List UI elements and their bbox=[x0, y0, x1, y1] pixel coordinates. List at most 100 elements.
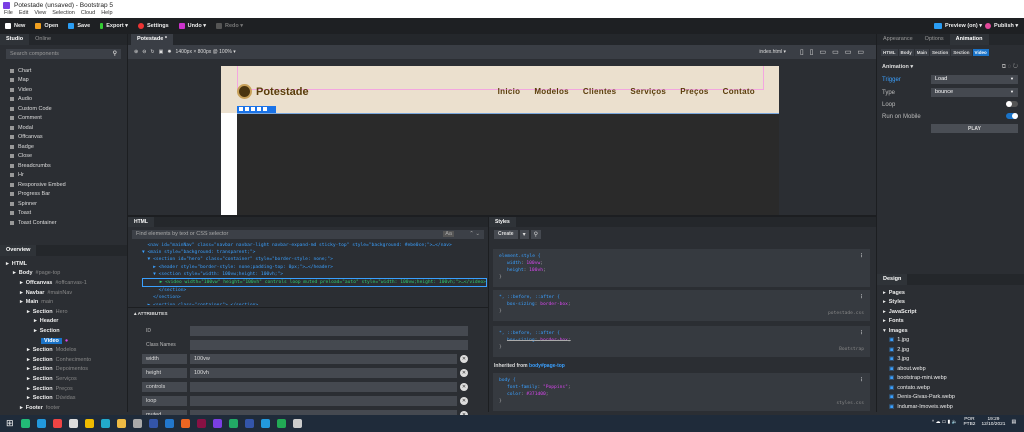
html-line[interactable]: ▼ <section id="hero" class="container" s… bbox=[142, 256, 488, 263]
attribute-value-input[interactable]: 100vw bbox=[190, 354, 457, 364]
tree-node[interactable]: ▸ Navbar #mainNav bbox=[0, 288, 127, 298]
tree-node[interactable]: ▸ Section Hero bbox=[0, 307, 127, 317]
tree-node[interactable]: ▸ Section Conhecimento bbox=[0, 355, 127, 365]
app-icon[interactable] bbox=[180, 419, 190, 428]
expand-icon[interactable]: ▸ bbox=[883, 290, 886, 296]
breadcrumb-item[interactable]: Main bbox=[914, 49, 930, 56]
expand-icon[interactable]: ▸ bbox=[883, 309, 886, 315]
app-icon[interactable] bbox=[52, 419, 62, 428]
tree-node[interactable]: Video ● bbox=[0, 336, 127, 346]
menu-file[interactable]: File bbox=[4, 10, 13, 18]
mobile-toggle[interactable] bbox=[1006, 113, 1018, 119]
device-buttons[interactable]: ▯▯▭▭▭▭ bbox=[800, 48, 870, 56]
tree-node[interactable]: ▸ Section Dúvidas bbox=[0, 393, 127, 403]
canvas-size-dropdown[interactable]: 1400px × 800px @ 100% ▾ bbox=[176, 49, 236, 55]
breadcrumb-item[interactable]: Section bbox=[930, 49, 951, 56]
breadcrumb-item[interactable]: Body bbox=[898, 49, 914, 56]
tree-node[interactable]: ▸ Offcanvas #offcanvas-1 bbox=[0, 278, 127, 288]
html-line[interactable]: </section> bbox=[142, 294, 488, 301]
tab-overview[interactable]: Overview bbox=[0, 245, 37, 256]
html-line[interactable]: ▼ <main style="background: transparent;"… bbox=[142, 249, 488, 256]
site-logo[interactable]: Potestade bbox=[237, 84, 309, 99]
breadcrumb-item[interactable]: HTML bbox=[881, 49, 898, 56]
component-item[interactable]: Badge bbox=[0, 142, 127, 152]
export-button[interactable]: Export ▾ bbox=[100, 23, 128, 29]
tab-online[interactable]: Online bbox=[29, 34, 57, 45]
component-item[interactable]: Comment bbox=[0, 114, 127, 124]
expand-icon[interactable]: ▸ bbox=[34, 328, 37, 334]
save-button[interactable]: Save bbox=[68, 23, 90, 29]
clock[interactable]: 19:29 12/10/2021 bbox=[981, 417, 1005, 427]
more-icon[interactable]: ⋮ bbox=[859, 330, 864, 337]
zoom-out-icon[interactable]: ⊖ bbox=[142, 49, 146, 55]
component-item[interactable]: Hr bbox=[0, 171, 127, 181]
windows-start-icon[interactable]: ⊞ bbox=[6, 418, 14, 429]
image-file[interactable]: ▣ 3.jpg bbox=[883, 355, 1018, 365]
component-item[interactable]: Toast bbox=[0, 209, 127, 219]
tab-animation[interactable]: Animation bbox=[949, 34, 989, 45]
tab-design[interactable]: Design bbox=[877, 274, 908, 285]
duplicate-icon[interactable] bbox=[257, 107, 261, 111]
up-icon[interactable] bbox=[245, 107, 249, 111]
expand-icon[interactable]: ▸ bbox=[20, 280, 23, 286]
css-declaration[interactable]: box-sizing: border-box; bbox=[499, 301, 864, 308]
expand-icon[interactable]: ▸ bbox=[13, 270, 16, 276]
app-icon[interactable] bbox=[228, 419, 238, 428]
tree-node[interactable]: ▸ Section Depoimentos bbox=[0, 365, 127, 375]
move-icon[interactable] bbox=[239, 107, 243, 111]
component-item[interactable]: Spinner bbox=[0, 199, 127, 209]
inherited-selector[interactable]: body#page-top bbox=[529, 363, 565, 369]
expand-icon[interactable]: ▸ bbox=[27, 347, 30, 353]
css-declaration[interactable]: width: 100vw; bbox=[499, 260, 864, 267]
css-rule[interactable]: *, ::before, ::after {box-sizing: border… bbox=[493, 290, 870, 321]
image-file[interactable]: ▣ contato.webp bbox=[883, 383, 1018, 393]
nav-link[interactable]: Serviços bbox=[630, 87, 666, 96]
settings-button[interactable]: Settings bbox=[137, 23, 169, 29]
component-item[interactable]: Breadcrumbs bbox=[0, 161, 127, 171]
attribute-value-input[interactable]: 100vh bbox=[190, 368, 457, 378]
tab-options[interactable]: Options bbox=[919, 34, 950, 45]
component-item[interactable]: Custom Code bbox=[0, 104, 127, 114]
nav-link[interactable]: Clientes bbox=[583, 87, 617, 96]
component-item[interactable]: Map bbox=[0, 76, 127, 86]
css-rule[interactable]: body {font-family: "Poppins"; color: #371… bbox=[493, 373, 870, 411]
breadcrumb-item[interactable]: Video bbox=[972, 49, 989, 56]
app-icon[interactable] bbox=[196, 419, 206, 428]
preview-button[interactable]: Preview (on) ▾ bbox=[934, 23, 982, 29]
whatsapp-icon[interactable] bbox=[20, 419, 30, 428]
element-toolbar[interactable] bbox=[237, 106, 276, 113]
zoom-in-icon[interactable]: ⊕ bbox=[134, 49, 138, 55]
redo-button[interactable]: Redo ▾ bbox=[216, 23, 243, 29]
copy-icon[interactable] bbox=[251, 107, 255, 111]
expand-icon[interactable]: ▸ bbox=[34, 318, 37, 324]
case-toggle[interactable]: Aa bbox=[443, 231, 454, 237]
attribute-name[interactable]: width bbox=[142, 354, 187, 364]
edge-icon[interactable] bbox=[100, 419, 110, 428]
component-item[interactable]: Offcanvas bbox=[0, 133, 127, 143]
tree-node[interactable]: ▸ Section Preços bbox=[0, 384, 127, 394]
gear-icon[interactable]: ✹ bbox=[167, 49, 171, 55]
image-file[interactable]: ▣ Denis-Givas-Park.webp bbox=[883, 393, 1018, 403]
explorer-icon[interactable] bbox=[116, 419, 126, 428]
html-line[interactable]: ▶ <video width="100vw" height="100vh" co… bbox=[142, 278, 487, 288]
css-declaration[interactable]: box-sizing: border-box; bbox=[499, 337, 864, 344]
expand-icon[interactable]: ▸ bbox=[27, 395, 30, 401]
language-indicator[interactable]: POR PTB2 bbox=[963, 417, 975, 427]
bootstrap-studio-icon[interactable] bbox=[212, 419, 222, 428]
css-source[interactable]: styles.css bbox=[836, 400, 864, 407]
telegram-icon[interactable] bbox=[36, 419, 46, 428]
menu-selection[interactable]: Selection bbox=[52, 10, 75, 18]
app-icon[interactable] bbox=[68, 419, 78, 428]
css-source[interactable]: potestade.css bbox=[828, 310, 864, 317]
attribute-value-input[interactable] bbox=[190, 396, 457, 406]
site-header[interactable]: Potestade Inicio Modelos Clientes Serviços P… bbox=[221, 66, 779, 113]
tree-node[interactable]: ▸ Header bbox=[0, 317, 127, 327]
tree-node[interactable]: ▸ Body #page-top bbox=[0, 269, 127, 279]
css-declaration[interactable]: color: #371d00; bbox=[499, 391, 864, 398]
component-item[interactable]: Modal bbox=[0, 123, 127, 133]
attributes-header[interactable]: ▴ ATTRIBUTES bbox=[128, 308, 488, 321]
expand-icon[interactable]: ▸ bbox=[883, 299, 886, 305]
tree-node[interactable]: ▸ Main main bbox=[0, 297, 127, 307]
image-file[interactable]: ▣ 1.jpg bbox=[883, 336, 1018, 346]
nav-arrows[interactable]: ⌃ ⌄ bbox=[469, 231, 480, 237]
